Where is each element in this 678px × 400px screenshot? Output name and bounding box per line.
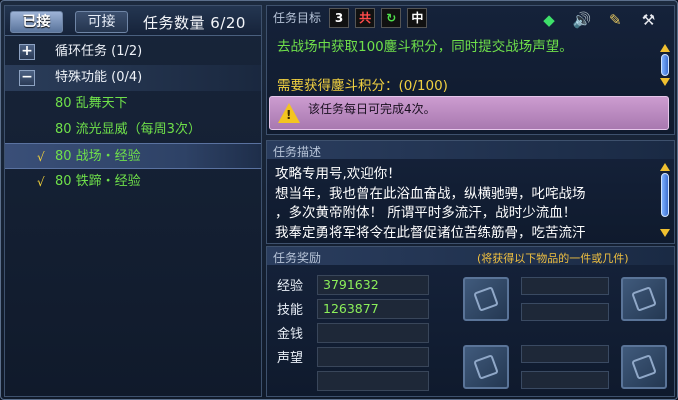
stat-name: 金钱 [277,327,304,342]
quest-tree: + 循环任务 (1/2) − 特殊功能 (0/4) 80 乱舞天下 80 流光显… [5,39,261,195]
description-header: 任务描述 [267,141,674,159]
expand-toggle[interactable]: + [19,44,35,60]
tool-icon[interactable]: ⚒ [635,8,661,32]
empty-slot-icon [473,354,499,380]
scroll-down-icon[interactable] [660,229,670,237]
mode-icons: 3 共 ↻ 中 [329,8,429,28]
description-text: 攻略专用号,欢迎你！ 想当年，我也曾在此浴血奋战，纵横驰骋，叱咤战场 ，多次黄帝… [275,165,660,243]
tab-accepted[interactable]: 已接 [10,11,63,33]
empty-slot-icon [631,354,657,380]
collapse-toggle[interactable]: − [19,70,35,86]
description-line: ，多次黄帝附体！ 所谓平时多流汗，战时少流血！ [275,205,577,221]
daily-limit-notice: ! 该任务每日可完成4次。 [269,96,669,130]
objective-section: 任务目标 3 共 ↻ 中 ◆ 🔊 ✎ ⚒ 去战场中获取100鏖斗积分，同时提交战… [266,5,675,135]
medium-difficulty-icon: 中 [407,8,428,28]
stat-value: 3791632 [317,275,429,295]
gem-icon[interactable]: ◆ [536,8,562,32]
scroll-up-icon[interactable] [660,44,670,52]
quest-label: 80 乱舞天下 [55,96,128,111]
repeat-icon: ↻ [381,8,402,28]
quest-item[interactable]: 80 乱舞天下 [5,91,261,117]
reward-item-slot[interactable] [463,277,509,321]
tracked-check-icon: √ [37,175,45,189]
group-label: 特殊功能 (0/4) [55,70,143,85]
reward-item-slot[interactable] [621,277,667,321]
reward-item-name-slot [521,303,609,321]
reward-item-slot[interactable] [463,345,509,389]
shared-icon: 共 [355,8,376,28]
toolbar-icons: ◆ 🔊 ✎ ⚒ [536,8,664,32]
warning-icon: ! [278,103,300,123]
scroll-up-icon[interactable] [660,163,670,171]
warning-text: 该任务每日可完成4次。 [308,102,436,116]
description-label: 任务描述 [273,145,322,159]
quest-item[interactable]: √ 80 铁蹄・经验 [5,169,261,195]
objective-text: 去战场中获取100鏖斗积分，同时提交战场声望。 [277,39,573,55]
stat-name: 声望 [277,351,304,366]
scroll-down-icon[interactable] [660,78,670,86]
reward-note: (将获得以下物品的一件或几件) [477,252,629,265]
quest-detail-panel: 任务目标 3 共 ↻ 中 ◆ 🔊 ✎ ⚒ 去战场中获取100鏖斗积分，同时提交战… [266,5,675,397]
description-line: 我奉定勇将军将令在此督促诸位苦练筋骨，吃苦流汗 [275,224,586,241]
scroll-thumb[interactable] [661,54,669,76]
objective-requirement: 需要获得鏖斗积分：(0/100) [277,78,448,94]
level-3-icon: 3 [329,8,349,28]
empty-slot-icon [473,286,499,312]
objective-scrollbar[interactable] [660,44,670,88]
quest-label: 80 铁蹄・经验 [55,174,141,189]
reward-item-name-slot [521,371,609,389]
description-scrollbar[interactable] [660,163,670,239]
stat-value [317,323,429,343]
stat-value: 1263877 [317,299,429,319]
stat-name: 技能 [277,303,304,318]
reward-section: 任务奖励 (将获得以下物品的一件或几件) 经验 3791632 技能 12638… [266,246,675,397]
reward-label: 任务奖励 [273,251,322,265]
tab-bar: 已接 可接 任务数量 6/20 [5,6,261,36]
reward-item-name-slot [521,345,609,363]
scroll-thumb[interactable] [661,173,669,217]
brush-icon[interactable]: ✎ [602,8,628,32]
empty-slot-icon [631,286,657,312]
description-section: 任务描述 攻略专用号,欢迎你！ 想当年，我也曾在此浴血奋战，纵横驰骋，叱咤战场 … [266,140,675,244]
task-count: 任务数量 6/20 [143,14,246,32]
group-label: 循环任务 (1/2) [55,44,143,59]
speaker-icon[interactable]: 🔊 [569,8,595,32]
quest-window: 已接 可接 任务数量 6/20 + 循环任务 (1/2) − 特殊功能 (0/4… [0,0,678,400]
reward-item-name-slot [521,277,609,295]
tab-available[interactable]: 可接 [75,11,128,33]
objective-header: 任务目标 3 共 ↻ 中 ◆ 🔊 ✎ ⚒ [267,6,674,30]
reward-header: 任务奖励 (将获得以下物品的一件或几件) [267,247,674,265]
description-line: 攻略专用号,欢迎你！ [275,166,401,182]
objective-label: 任务目标 [273,11,322,25]
group-special-functions[interactable]: − 特殊功能 (0/4) [5,65,261,91]
stat-value [317,347,429,367]
quest-list-panel: 已接 可接 任务数量 6/20 + 循环任务 (1/2) − 特殊功能 (0/4… [4,5,262,397]
quest-item-selected[interactable]: √ 80 战场・经验 [5,143,261,169]
reward-item-slot[interactable] [621,345,667,389]
quest-item[interactable]: 80 流光显威（每周3次） [5,117,261,143]
description-line: 想当年，我也曾在此浴血奋战，纵横驰骋，叱咤战场 [275,185,586,202]
group-loop-quests[interactable]: + 循环任务 (1/2) [5,39,261,65]
quest-label: 80 流光显威（每周3次） [55,122,201,137]
stat-name: 经验 [277,279,304,294]
stat-value [317,371,429,391]
quest-label: 80 战场・经验 [55,149,141,164]
tracked-check-icon: √ [37,150,45,164]
